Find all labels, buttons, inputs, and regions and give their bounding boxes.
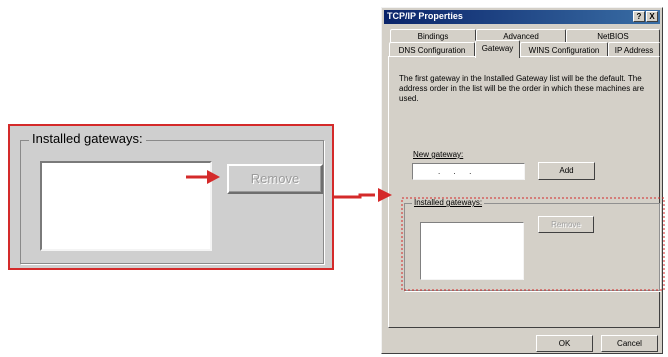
zoom-remove-button[interactable]: Remove [227,164,323,194]
dialog-title: TCP/IP Properties [387,11,463,21]
zoom-callout-frame: Installed gateways: Remove [8,124,334,270]
tab-dns-configuration[interactable]: DNS Configuration [389,42,475,57]
tab-gateway[interactable]: Gateway [475,40,520,58]
tab-netbios[interactable]: NetBIOS [566,29,660,42]
help-button[interactable]: ? [633,11,645,22]
ip-separator-dots: . . . [438,167,472,176]
add-button[interactable]: Add [538,162,595,180]
installed-gateways-list[interactable] [420,222,524,280]
tab-ip-address[interactable]: IP Address [608,42,660,57]
zoom-remove-label: Remove [250,171,300,186]
new-gateway-ip-field[interactable]: . . . [412,163,525,180]
tab-wins-configuration[interactable]: WINS Configuration [520,42,608,57]
zoom-installed-gateways-group: Installed gateways: Remove [20,131,324,264]
gateway-description: The first gateway in the Installed Gatew… [399,74,645,103]
installed-gateways-label: Installed gateways: [412,198,485,207]
new-gateway-label: New gateway: [413,150,464,159]
title-bar: TCP/IP Properties ? X [384,10,660,24]
remove-button[interactable]: Remove [538,216,594,233]
close-button[interactable]: X [646,11,658,22]
tab-bindings[interactable]: Bindings [390,29,476,42]
cancel-button[interactable]: Cancel [601,335,658,352]
ok-button[interactable]: OK [536,335,593,352]
tcpip-properties-dialog: TCP/IP Properties ? X Bindings Advanced … [381,7,663,354]
zoom-installed-gateways-list[interactable] [40,161,212,251]
zoom-installed-gateways-label: Installed gateways: [29,131,146,146]
callout-connector-line [334,193,375,199]
